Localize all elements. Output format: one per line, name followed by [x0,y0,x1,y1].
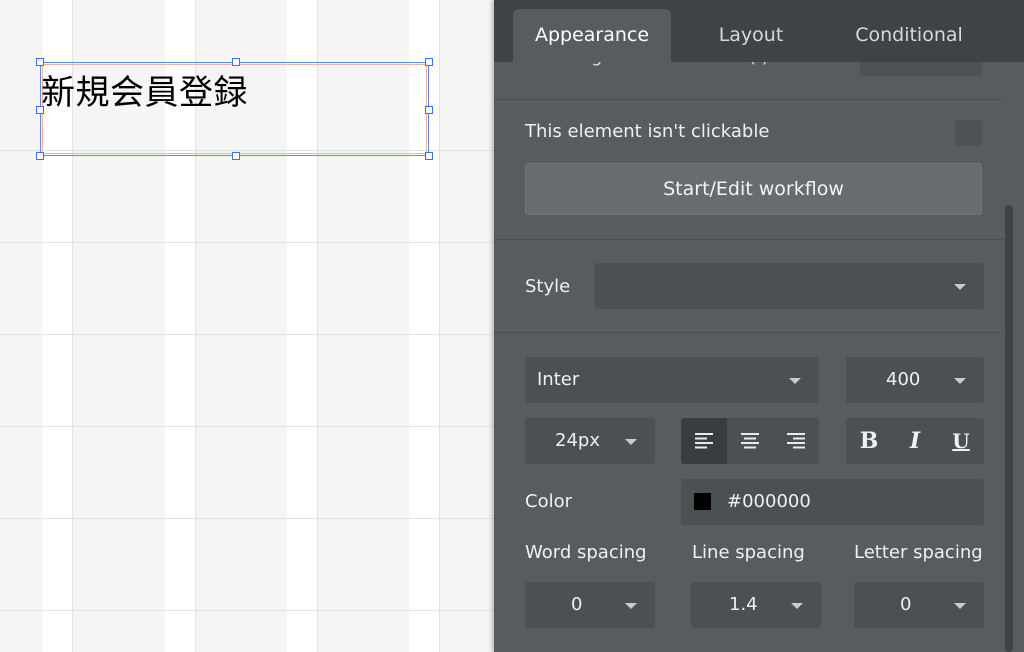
selected-text-element[interactable]: 新規会員登録 [40,62,429,156]
italic-button[interactable]: I [892,418,938,464]
color-picker-field[interactable]: #000000 [681,479,984,525]
chevron-down-icon [954,284,966,290]
bold-icon: B [859,428,879,454]
line-spacing-select[interactable]: 1.4 [691,582,821,628]
section-divider [494,99,1004,100]
chevron-down-icon [791,603,803,609]
tab-appearance[interactable]: Appearance [513,9,671,62]
font-family-select[interactable]: Inter [525,357,819,403]
property-editor-panel: g ( ) normal Appearance Layout Condition… [494,0,1024,652]
chevron-down-icon [954,378,966,384]
align-center-icon [741,433,759,449]
tab-conditional[interactable]: Conditional [830,9,988,62]
chevron-down-icon [625,603,637,609]
resize-handle-right[interactable] [425,106,433,114]
italic-icon: I [909,428,921,454]
color-swatch[interactable] [694,493,711,510]
editor-canvas[interactable]: 新規会員登録 [0,0,494,652]
style-select[interactable] [595,263,984,309]
font-size-value: 24px [555,430,600,451]
line-spacing-label: Line spacing [692,542,805,563]
line-spacing-value: 1.4 [729,594,758,615]
font-family-value: Inter [537,369,580,390]
word-spacing-select[interactable]: 0 [525,582,655,628]
text-alignment-group [681,418,819,464]
grid-line [0,610,494,611]
panel-tabbar: Appearance Layout Conditional [494,0,1024,62]
resize-handle-top-right[interactable] [425,58,433,66]
section-divider [494,332,1004,333]
word-spacing-value: 0 [571,594,583,615]
bold-button[interactable]: B [846,418,892,464]
font-size-select[interactable]: 24px [525,418,655,464]
letter-spacing-value: 0 [900,594,912,615]
style-label: Style [525,276,571,297]
text-format-group: B I U [846,418,984,464]
panel-scrollbar[interactable] [1005,205,1013,652]
font-weight-select[interactable]: 400 [846,357,984,403]
resize-handle-bottom[interactable] [232,152,240,160]
resize-handle-bottom-right[interactable] [425,152,433,160]
section-divider [494,239,1004,240]
color-value: #000000 [727,491,811,512]
resize-handle-top-left[interactable] [36,58,44,66]
letter-spacing-label: Letter spacing [854,542,983,563]
align-right-button[interactable] [773,418,819,464]
color-label: Color [525,491,572,512]
grid-line [0,242,494,243]
text-element-content: 新規会員登録 [41,73,248,113]
align-right-icon [787,433,805,449]
word-spacing-label: Word spacing [525,542,647,563]
align-left-icon [695,433,713,449]
grid-line [0,334,494,335]
resize-handle-top[interactable] [232,58,240,66]
underline-icon: U [952,429,970,453]
not-clickable-checkbox[interactable] [955,120,982,146]
resize-handle-bottom-left[interactable] [36,152,44,160]
not-clickable-label: This element isn't clickable [525,121,770,142]
chevron-down-icon [789,378,801,384]
chevron-down-icon [625,439,637,445]
resize-handle-left[interactable] [36,106,44,114]
align-left-button[interactable] [681,418,727,464]
grid-line [0,518,494,519]
underline-button[interactable]: U [938,418,984,464]
letter-spacing-select[interactable]: 0 [854,582,984,628]
grid-line [0,426,494,427]
align-center-button[interactable] [727,418,773,464]
chevron-down-icon [954,603,966,609]
font-weight-value: 400 [886,369,921,390]
tab-layout[interactable]: Layout [672,9,830,62]
start-edit-workflow-button[interactable]: Start/Edit workflow [525,163,982,215]
grid-line [439,0,440,652]
